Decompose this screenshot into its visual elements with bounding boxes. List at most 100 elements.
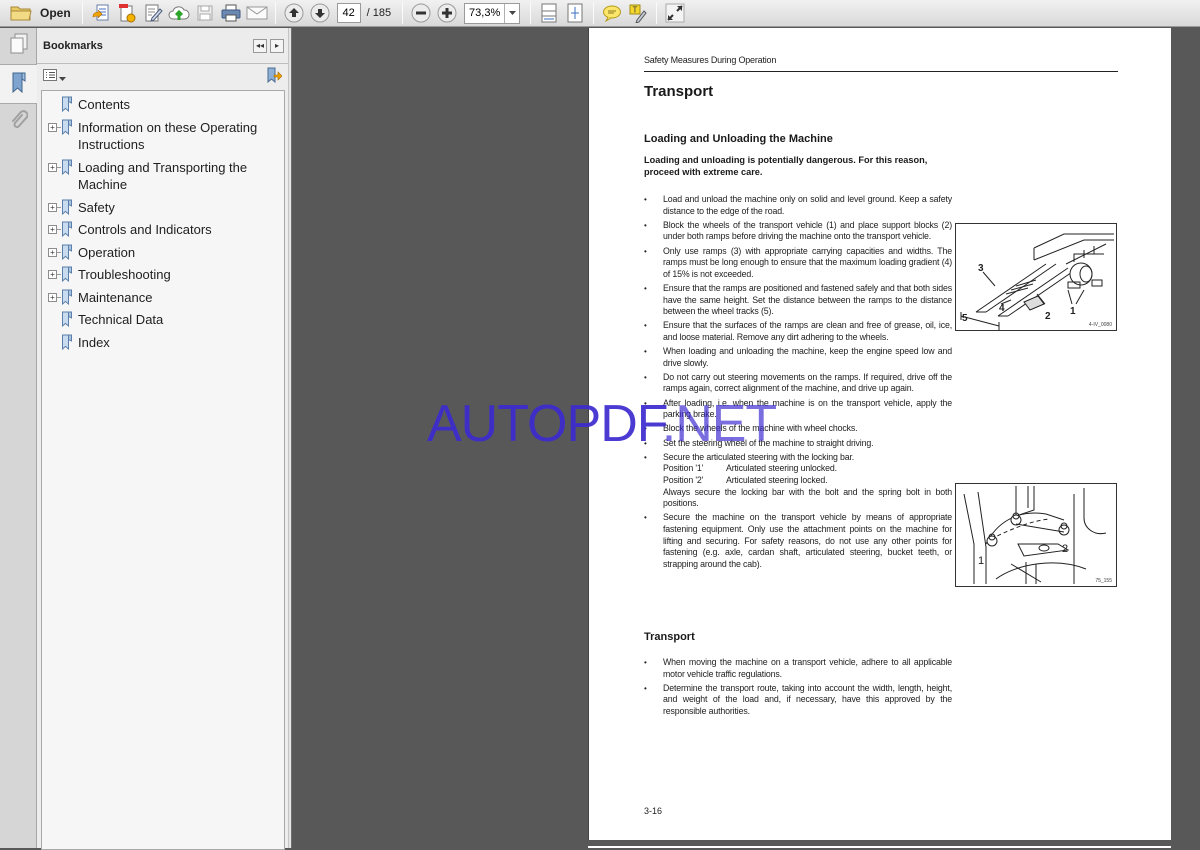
zoom-level-value[interactable]: 73,3% xyxy=(465,4,504,23)
bullet-marker: • xyxy=(644,424,647,434)
bookmark-item[interactable]: Index xyxy=(42,334,284,352)
bookmark-icon xyxy=(61,119,73,135)
paperclip-icon xyxy=(10,109,28,136)
bullet-item: • Ensure that the surfaces of the ramps a… xyxy=(644,320,952,343)
bookmark-item[interactable]: Technical Data xyxy=(42,311,284,329)
bullet-item: • When moving the machine on a transport … xyxy=(644,657,952,680)
bullet-text: Secure the machine on the transport vehi… xyxy=(663,512,952,569)
bookmark-item[interactable]: + Safety xyxy=(42,199,284,217)
toolbar-separator xyxy=(593,2,595,24)
collapse-panel-button[interactable]: ◂◂ xyxy=(253,38,267,53)
create-pdf-from-file-button[interactable] xyxy=(116,2,138,25)
open-button[interactable]: Open xyxy=(6,2,75,25)
bookmark-ribbon-icon xyxy=(10,70,28,99)
bookmark-icon xyxy=(61,96,73,113)
expand-bookmark-button[interactable] xyxy=(266,67,283,88)
expand-toggle-icon[interactable]: + xyxy=(48,270,57,279)
bookmark-item[interactable]: + Troubleshooting xyxy=(42,266,284,284)
expand-toggle-icon[interactable]: + xyxy=(48,225,57,234)
bullet-item: • Only use ramps (3) with appropriate car… xyxy=(644,246,952,281)
bookmark-item[interactable]: + Maintenance xyxy=(42,289,284,307)
figure-id: 4-IV_0080 xyxy=(1088,322,1112,328)
bullet-item: • Ensure that the ramps are positioned an… xyxy=(644,283,952,318)
bullet-text: When moving the machine on a transport v… xyxy=(663,657,952,679)
create-pdf-button[interactable] xyxy=(90,2,112,25)
expand-toggle-icon[interactable]: + xyxy=(48,122,57,132)
bookmark-item[interactable]: + Controls and Indicators xyxy=(42,221,284,239)
figure-callout: 2 xyxy=(1062,543,1068,555)
edit-button[interactable] xyxy=(142,2,164,25)
print-icon xyxy=(220,2,242,24)
bullet-item: • Set the steering wheel of the machine t… xyxy=(644,438,952,450)
bookmark-label[interactable]: Troubleshooting xyxy=(78,266,268,284)
expand-toggle-icon[interactable]: + xyxy=(48,202,57,212)
bookmark-label[interactable]: Operation xyxy=(78,244,268,262)
position-row: Position '1' Articulated steering unlocke… xyxy=(663,463,952,475)
minus-circle-icon xyxy=(410,2,432,24)
bullet-marker: • xyxy=(644,195,647,204)
bookmark-label[interactable]: Index xyxy=(78,334,268,352)
bookmark-item[interactable]: Contents xyxy=(42,96,284,114)
toolbar-separator xyxy=(656,2,658,24)
panel-header: Bookmarks ◂◂ ▸ xyxy=(37,28,288,64)
figure-callout: 4 xyxy=(999,303,1005,314)
bookmark-item[interactable]: + Operation xyxy=(42,244,284,262)
bookmark-label[interactable]: Controls and Indicators xyxy=(78,221,268,239)
print-button[interactable] xyxy=(220,2,242,25)
figure-callout: 3 xyxy=(978,263,984,274)
next-page-button[interactable] xyxy=(309,2,331,25)
bullet-marker: • xyxy=(644,321,647,331)
zoom-in-button[interactable] xyxy=(436,2,458,25)
fit-page-button[interactable] xyxy=(564,2,586,25)
warning-text: Loading and unloading is potentially dan… xyxy=(644,155,928,177)
attachments-tab[interactable] xyxy=(0,104,37,140)
running-head: Safety Measures During Operation xyxy=(644,55,777,65)
fit-page-icon xyxy=(564,2,586,24)
folder-open-icon xyxy=(10,2,32,24)
bookmark-label[interactable]: Contents xyxy=(78,96,268,114)
chevron-down-icon[interactable] xyxy=(504,3,519,23)
bookmark-label[interactable]: Technical Data xyxy=(78,311,268,329)
options-menu-button[interactable] xyxy=(43,68,66,86)
figure-ramps-loading: 3 4 2 1 5 4-IV_0080 xyxy=(955,223,1117,331)
highlight-text-button[interactable]: T xyxy=(627,2,649,25)
bullet-item: • Secure the articulated steering with th… xyxy=(644,452,952,510)
bookmark-icon xyxy=(61,159,73,175)
bookmark-item[interactable]: + Loading and Transporting the Machine xyxy=(42,159,284,194)
bullet-text: Only use ramps (3) with appropriate carr… xyxy=(663,245,952,279)
page-thumbnails-tab[interactable] xyxy=(0,28,37,64)
bookmark-label[interactable]: Maintenance xyxy=(78,289,268,307)
email-button[interactable] xyxy=(246,2,268,25)
bullet-marker: • xyxy=(644,347,647,357)
bookmark-label[interactable]: Information on these Operating Instructi… xyxy=(78,119,268,154)
create-pdf-icon xyxy=(90,2,112,24)
bullet-marker: • xyxy=(644,283,647,293)
fullscreen-button[interactable] xyxy=(664,2,686,25)
previous-page-button[interactable] xyxy=(283,2,305,25)
figure-callout: 1 xyxy=(1070,306,1076,317)
zoom-level-select[interactable]: 73,3% xyxy=(464,2,521,24)
expand-toggle-icon[interactable]: + xyxy=(48,247,57,257)
expand-toggle-icon[interactable]: + xyxy=(48,292,57,302)
bookmark-item[interactable]: + Information on these Operating Instruct… xyxy=(42,119,284,154)
position-row: Position '2' Articulated steering locked. xyxy=(663,475,952,487)
page-number-input[interactable]: 42 xyxy=(336,3,361,23)
save-icon xyxy=(194,2,216,24)
plus-circle-icon xyxy=(436,2,458,24)
panel-options-button[interactable]: ▸ xyxy=(270,38,284,53)
bookmarks-tab[interactable] xyxy=(0,64,37,104)
bullet-marker: • xyxy=(644,683,647,693)
fit-page-width-button[interactable] xyxy=(538,2,560,25)
zoom-out-button[interactable] xyxy=(410,2,432,25)
comment-button[interactable] xyxy=(601,2,623,25)
save-button[interactable] xyxy=(194,2,216,25)
expand-toggle-icon[interactable]: + xyxy=(48,162,57,172)
figure-locking-bar: 1 2 75_155 xyxy=(955,483,1117,587)
bullet-marker: • xyxy=(644,372,647,382)
svg-text:T: T xyxy=(633,6,638,15)
bookmark-icon xyxy=(61,334,73,350)
bookmark-label[interactable]: Loading and Transporting the Machine xyxy=(78,159,268,194)
bullet-text: Load and unload the machine only on soli… xyxy=(663,194,952,216)
upload-cloud-button[interactable] xyxy=(168,2,190,25)
bookmark-label[interactable]: Safety xyxy=(78,199,268,217)
